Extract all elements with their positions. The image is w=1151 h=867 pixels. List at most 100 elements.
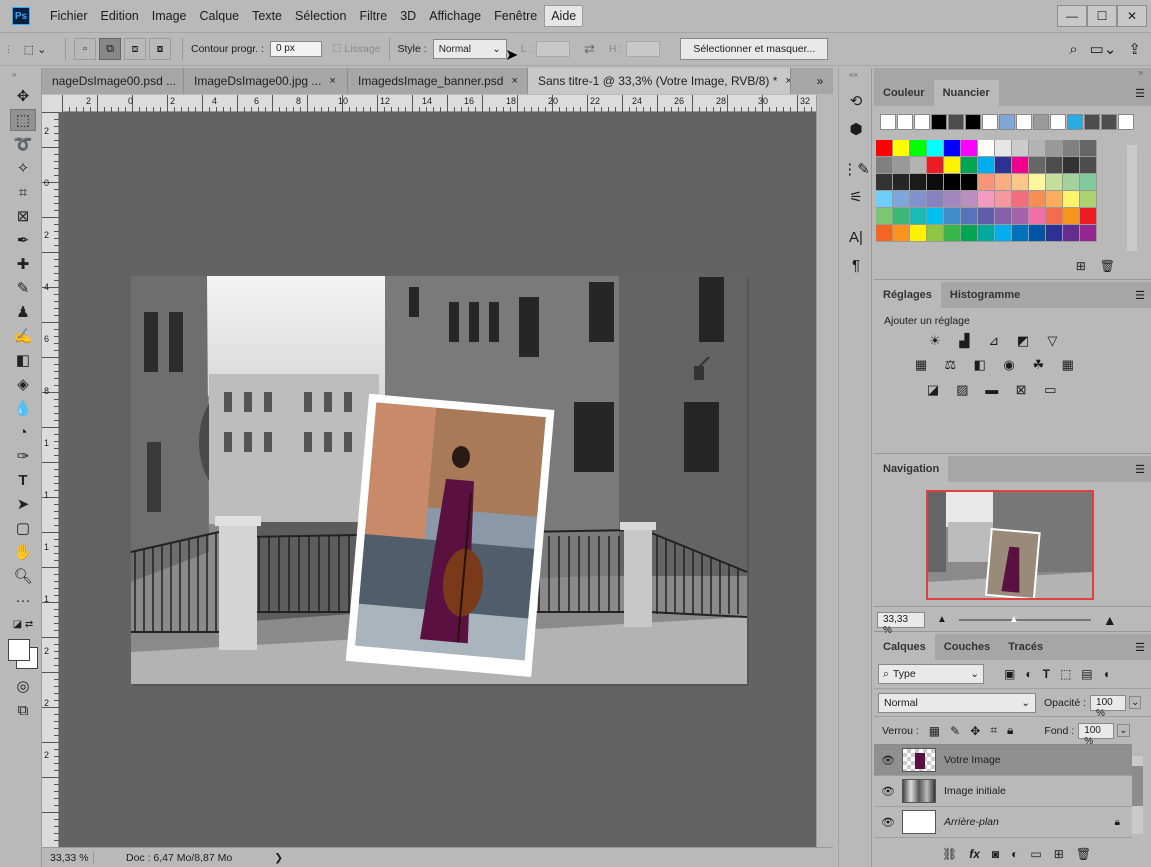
swatch[interactable] — [893, 174, 910, 191]
swatch[interactable] — [978, 174, 995, 191]
threshold-icon[interactable]: ▬ — [982, 381, 1002, 397]
menu-selection[interactable]: Sélection — [289, 6, 352, 26]
lasso-tool-icon[interactable]: ➰ — [10, 133, 36, 155]
photo-filter-icon[interactable]: ◉ — [999, 357, 1019, 373]
swatch[interactable] — [965, 114, 981, 130]
tab-navigation[interactable]: Navigation — [874, 456, 949, 482]
search-icon[interactable]: ⌕ — [1069, 41, 1077, 58]
swatch[interactable] — [1063, 140, 1080, 157]
vibrance-icon[interactable]: ▽ — [1042, 333, 1062, 349]
layer-row[interactable]: 👁︎ Votre Image — [874, 745, 1132, 776]
slider-thumb-icon[interactable]: ▲ — [1009, 614, 1019, 625]
swatch[interactable] — [927, 225, 944, 242]
blend-mode-select[interactable]: Normal ⌄ — [878, 692, 1036, 713]
collapse-icon[interactable]: » — [0, 68, 41, 83]
swatch[interactable] — [910, 225, 927, 242]
swatch[interactable] — [927, 157, 944, 174]
close-icon[interactable]: ✕ — [1117, 5, 1147, 27]
swatch[interactable] — [1063, 208, 1080, 225]
swatch[interactable] — [893, 157, 910, 174]
paint-bucket-tool-icon[interactable]: ◈ — [10, 373, 36, 395]
swatch[interactable] — [1063, 174, 1080, 191]
menu-fichier[interactable]: Fichier — [44, 6, 94, 26]
swatch[interactable] — [978, 191, 995, 208]
document-image[interactable] — [59, 112, 816, 847]
swatch[interactable] — [893, 140, 910, 157]
menu-calque[interactable]: Calque — [194, 6, 246, 26]
swatch[interactable] — [995, 140, 1012, 157]
fx-icon[interactable]: fx — [969, 847, 980, 861]
blur-tool-icon[interactable]: 💧 — [10, 397, 36, 419]
swatch[interactable] — [910, 191, 927, 208]
foreground-color-swatch[interactable] — [8, 639, 30, 661]
swatch[interactable] — [1033, 114, 1049, 130]
filter-adjustment-icon[interactable]: ◐ — [1025, 667, 1032, 681]
properties-icon[interactable]: ⚟ — [843, 185, 869, 209]
doc-tab[interactable]: ImagedsImage_banner.psd × — [348, 68, 528, 94]
layer-row[interactable]: 👁︎ Image initiale — [874, 776, 1132, 807]
zoom-in-icon[interactable]: ▲ — [1103, 612, 1117, 628]
pen-tool-icon[interactable]: ✑ — [10, 445, 36, 467]
tabs-overflow-icon[interactable]: » — [807, 68, 833, 94]
marquee-preset-icon[interactable]: ⬚ ⌄ — [16, 38, 54, 60]
swatch[interactable] — [944, 208, 961, 225]
doc-tab[interactable]: ImageDsImage00.jpg ... × — [184, 68, 348, 94]
chevron-down-icon[interactable]: ⌄ — [1117, 724, 1130, 737]
new-swatch-icon[interactable]: ⊞ — [1076, 259, 1086, 273]
contour-input[interactable]: 0 px — [269, 41, 322, 57]
swatch[interactable] — [961, 208, 978, 225]
swatch[interactable] — [1080, 208, 1097, 225]
zoom-out-icon[interactable]: ▲ — [937, 614, 947, 625]
brush-tool-icon[interactable]: ✎ — [10, 277, 36, 299]
canvas-vertical-scrollbar[interactable] — [816, 95, 833, 847]
swatch[interactable] — [1012, 174, 1029, 191]
swatch[interactable] — [897, 114, 913, 130]
swatch[interactable] — [961, 225, 978, 242]
swatch[interactable] — [1101, 114, 1117, 130]
color-lookup-icon[interactable]: ▦ — [1058, 357, 1078, 373]
swatch[interactable] — [1063, 225, 1080, 242]
invert-icon[interactable]: ◪ — [923, 382, 943, 398]
curves-icon[interactable]: ⊿ — [984, 333, 1004, 349]
lock-transparency-icon[interactable]: ▦ — [929, 724, 940, 738]
swatch[interactable] — [1046, 225, 1063, 242]
eye-icon[interactable]: 👁︎ — [874, 785, 902, 798]
3d-icon[interactable]: ⬢ — [843, 117, 869, 141]
lock-all-icon[interactable]: 🔒︎ — [1007, 723, 1013, 738]
swatch[interactable] — [1016, 114, 1032, 130]
color-swatches[interactable] — [6, 637, 42, 673]
type-tool-icon[interactable]: T — [10, 469, 36, 491]
new-group-icon[interactable]: ▭ — [1030, 847, 1041, 861]
swatch[interactable] — [944, 174, 961, 191]
paragraph-icon[interactable]: ¶ — [843, 253, 869, 277]
swatch[interactable] — [1063, 191, 1080, 208]
swatch[interactable] — [876, 157, 893, 174]
add-selection-icon[interactable]: ⧉ — [99, 38, 121, 60]
swatch[interactable] — [1063, 157, 1080, 174]
swatch[interactable] — [1012, 208, 1029, 225]
eraser-tool-icon[interactable]: ◧ — [10, 349, 36, 371]
clone-stamp-tool-icon[interactable]: ♟ — [10, 301, 36, 323]
filter-smart-object-icon[interactable]: ▤ — [1081, 667, 1092, 681]
layer-name[interactable]: Image initiale — [944, 785, 1006, 797]
canvas-area[interactable] — [59, 112, 816, 847]
swatch[interactable] — [876, 225, 893, 242]
swatch[interactable] — [1046, 174, 1063, 191]
style-select[interactable]: Normal ⌄ — [432, 39, 507, 59]
swatch[interactable] — [893, 208, 910, 225]
swatch[interactable] — [876, 208, 893, 225]
color-balance-icon[interactable]: ⚖ — [940, 357, 960, 373]
swatch[interactable] — [1046, 191, 1063, 208]
layer-row[interactable]: 👁︎ Arrière-plan 🔒︎ — [874, 807, 1132, 838]
new-layer-icon[interactable]: ⊞ — [1054, 847, 1064, 861]
swatch[interactable] — [961, 191, 978, 208]
swatch[interactable] — [1046, 208, 1063, 225]
swatch[interactable] — [910, 174, 927, 191]
zoom-tool-icon[interactable]: 🔍︎ — [10, 565, 36, 587]
magic-wand-tool-icon[interactable]: ✧ — [10, 157, 36, 179]
swatch[interactable] — [978, 208, 995, 225]
swatch[interactable] — [999, 114, 1015, 130]
swatch[interactable] — [876, 191, 893, 208]
hue-saturation-icon[interactable]: ▦ — [911, 357, 931, 373]
frame-tool-icon[interactable]: ⊠ — [10, 205, 36, 227]
